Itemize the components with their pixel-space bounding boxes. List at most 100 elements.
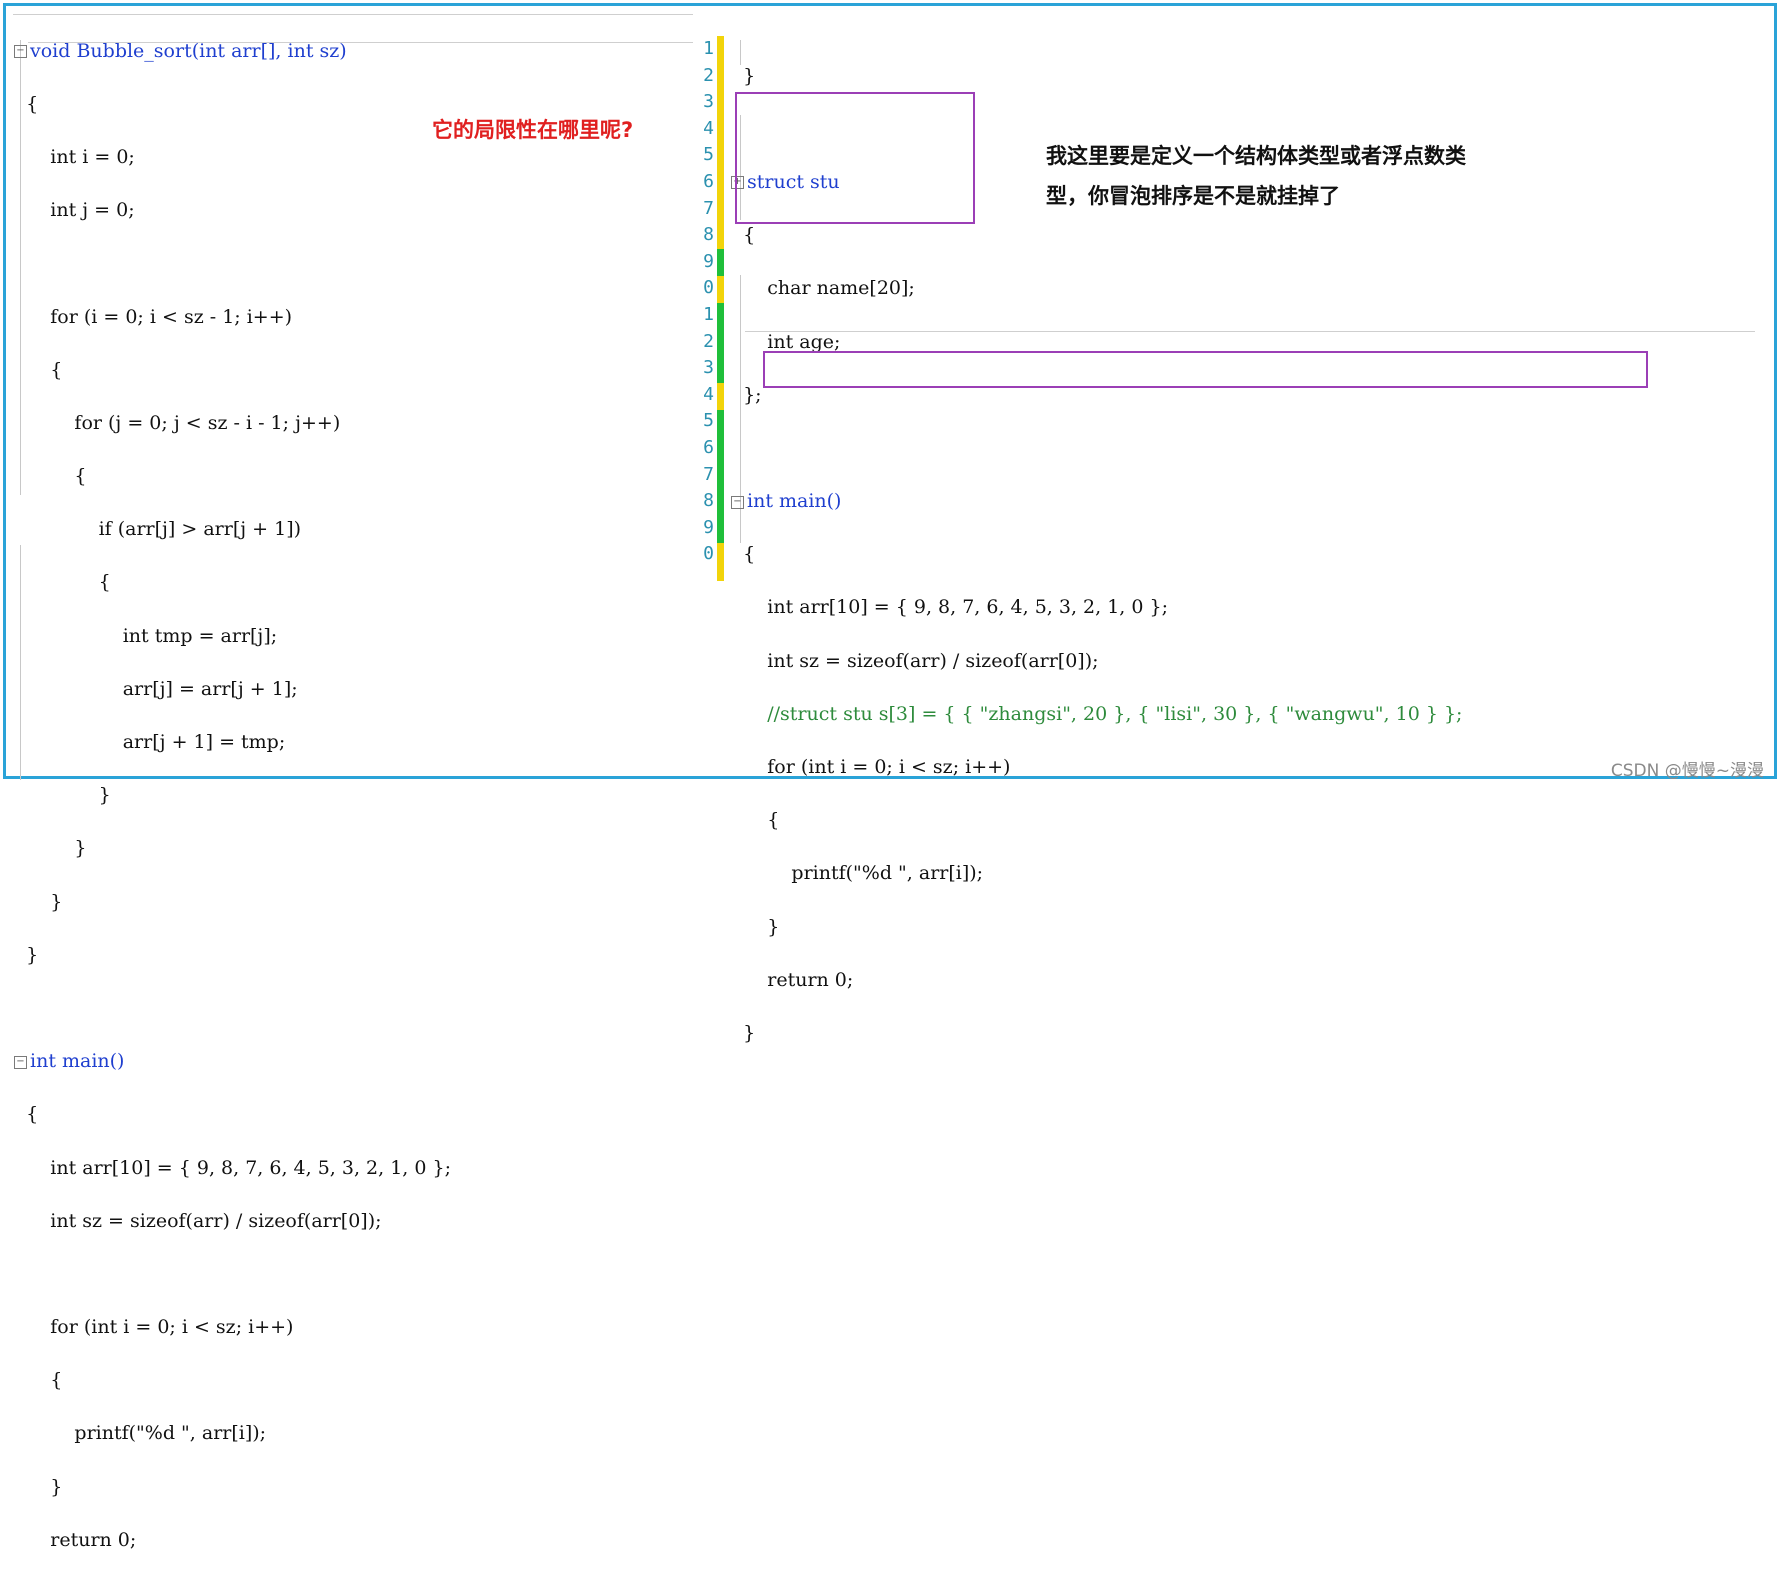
- code-line: //struct stu s[3] = { { "zhangsi", 20 },…: [731, 701, 1462, 728]
- code-text: }: [26, 784, 111, 807]
- code-line: int sz = sizeof(arr) / sizeof(arr[0]);: [731, 648, 1462, 675]
- code-line: {: [14, 91, 451, 118]
- code-text: }: [26, 837, 87, 860]
- code-text: }: [26, 943, 39, 966]
- code-line: }: [14, 782, 451, 809]
- code-text: int j = 0;: [26, 199, 135, 222]
- code-text: {: [26, 1103, 39, 1126]
- code-text: {: [743, 543, 756, 566]
- code-line: arr[j + 1] = tmp;: [14, 729, 451, 756]
- code-line: return 0;: [731, 967, 1462, 994]
- code-text: int main(): [747, 490, 842, 513]
- code-line: {: [731, 807, 1462, 834]
- line-number: 1: [703, 303, 714, 325]
- code-text: for (int i = 0; i < sz; i++): [743, 756, 1011, 779]
- code-line: if (arr[j] > arr[j + 1]): [14, 516, 451, 543]
- left-code-editor[interactable]: − void Bubble_sort(int arr[], int sz) { i…: [14, 11, 451, 1570]
- code-text: for (int i = 0; i < sz; i++): [26, 1316, 294, 1339]
- code-line: for (j = 0; j < sz - i - 1; j++): [14, 410, 451, 437]
- line-number: 4: [703, 383, 714, 405]
- change-bar-unsaved: [717, 36, 724, 249]
- code-text: printf("%d ", arr[i]);: [743, 862, 984, 885]
- code-text: }: [743, 915, 780, 938]
- line-number: 6: [703, 170, 714, 192]
- code-text: int tmp = arr[j];: [26, 624, 278, 647]
- code-text: int i = 0;: [26, 145, 135, 168]
- line-number: 3: [703, 91, 714, 113]
- line-number: 0: [703, 277, 714, 299]
- code-line: {: [14, 1367, 451, 1394]
- code-text: }: [743, 64, 756, 87]
- line-number: 9: [703, 516, 714, 538]
- code-line: }: [14, 942, 451, 969]
- code-line: return 0;: [14, 1527, 451, 1554]
- code-text: for (i = 0; i < sz - 1; i++): [26, 305, 293, 328]
- code-line: printf("%d ", arr[i]);: [14, 1420, 451, 1447]
- code-line: }: [14, 889, 451, 916]
- code-line: for (int i = 0; i < sz; i++): [14, 1314, 451, 1341]
- code-line: {: [14, 1101, 451, 1128]
- code-text: {: [26, 1369, 63, 1392]
- comment-highlight-box: [763, 351, 1648, 388]
- code-line: }: [731, 63, 1462, 90]
- line-numbers: 1 2 3 4 5 6 7 8 9 0 1 2 3 4 5 6 7 8 9 0: [692, 36, 714, 568]
- struct-comment-line: 我这里要是定义一个结构体类型或者浮点数类: [1046, 144, 1466, 168]
- code-line: − int main(): [14, 1048, 451, 1075]
- code-text: }: [743, 1021, 756, 1044]
- line-number: 5: [703, 410, 714, 432]
- line-number: 8: [703, 490, 714, 512]
- code-text: int sz = sizeof(arr) / sizeof(arr[0]);: [743, 649, 1099, 672]
- code-text: void Bubble_sort(int arr[], int sz): [30, 39, 347, 62]
- code-text: arr[j] = arr[j + 1];: [26, 677, 298, 700]
- line-number: 0: [703, 543, 714, 565]
- code-line: char name[20];: [731, 275, 1462, 302]
- code-line: int arr[10] = { 9, 8, 7, 6, 4, 5, 3, 2, …: [731, 594, 1462, 621]
- line-number: 8: [703, 224, 714, 246]
- code-line: − void Bubble_sort(int arr[], int sz): [14, 38, 451, 65]
- code-line: {: [731, 541, 1462, 568]
- change-bar-unsaved: [717, 383, 724, 410]
- code-text: {: [26, 92, 39, 115]
- collapse-icon[interactable]: −: [14, 1055, 27, 1069]
- struct-comment-line: 型，你冒泡排序是不是就挂掉了: [1046, 184, 1340, 208]
- change-bar-saved: [717, 303, 724, 383]
- code-text: {: [26, 358, 63, 381]
- code-line: }: [731, 914, 1462, 941]
- code-line: arr[j] = arr[j + 1];: [14, 676, 451, 703]
- code-text: //struct stu s[3] = { { "zhangsi", 20 },…: [743, 702, 1463, 725]
- watermark: CSDN @慢慢~漫漫: [1610, 761, 1764, 781]
- code-line: }: [14, 1474, 451, 1501]
- collapse-icon[interactable]: −: [731, 495, 744, 509]
- code-line: {: [14, 463, 451, 490]
- line-number: 7: [703, 197, 714, 219]
- code-line: {: [14, 357, 451, 384]
- code-text: int age;: [743, 330, 841, 353]
- code-line: }: [14, 835, 451, 862]
- collapse-icon[interactable]: −: [14, 45, 27, 59]
- line-number: 2: [703, 64, 714, 86]
- code-text: return 0;: [26, 1528, 137, 1551]
- line-number: 2: [703, 330, 714, 352]
- code-text: }: [26, 890, 63, 913]
- code-text: if (arr[j] > arr[j + 1]): [26, 518, 302, 541]
- code-line: int j = 0;: [14, 197, 451, 224]
- code-text: for (j = 0; j < sz - i - 1; j++): [26, 411, 341, 434]
- struct-highlight-box: [735, 92, 975, 224]
- code-text: printf("%d ", arr[i]);: [26, 1422, 267, 1445]
- code-text: {: [743, 809, 780, 832]
- code-line: for (int i = 0; i < sz; i++): [731, 754, 1462, 781]
- code-text: int arr[10] = { 9, 8, 7, 6, 4, 5, 3, 2, …: [26, 1156, 451, 1179]
- change-bar-saved: [717, 249, 724, 276]
- code-text: int sz = sizeof(arr) / sizeof(arr[0]);: [26, 1209, 382, 1232]
- code-text: int arr[10] = { 9, 8, 7, 6, 4, 5, 3, 2, …: [743, 596, 1168, 619]
- line-number: 5: [703, 144, 714, 166]
- line-number: 3: [703, 357, 714, 379]
- limitation-question: 它的局限性在哪里呢?: [432, 118, 634, 142]
- code-text: };: [743, 383, 762, 406]
- change-bar-saved: [717, 410, 724, 543]
- line-number: 1: [703, 38, 714, 59]
- code-line: int arr[10] = { 9, 8, 7, 6, 4, 5, 3, 2, …: [14, 1155, 451, 1182]
- line-number: 9: [703, 250, 714, 272]
